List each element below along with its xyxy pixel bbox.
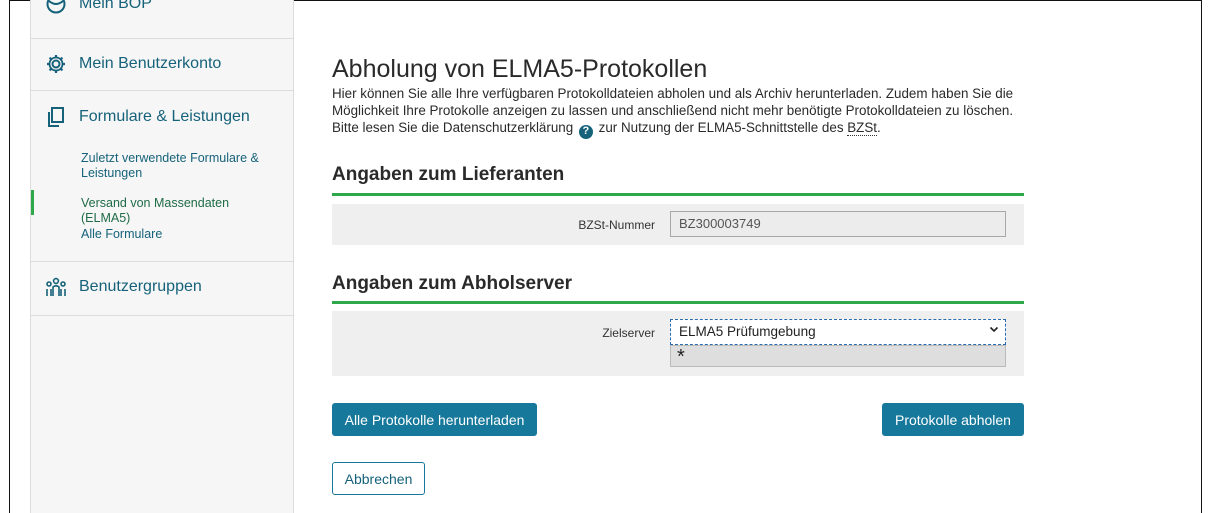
bzst-abbreviation: BZSt — [847, 120, 878, 136]
help-icon[interactable]: ? — [578, 124, 593, 139]
page-title: Abholung von ELMA5-Protokollen — [332, 54, 708, 83]
sidebar-item-label: Benutzergruppen — [79, 278, 202, 295]
sidebar-section-account: Mein Benutzerkonto — [31, 38, 293, 91]
target-server-selected-value: ELMA5 Prüfumgebung — [679, 324, 816, 339]
bzst-number-field: BZ300003749 — [670, 211, 1006, 237]
supplier-field-box: BZSt-Nummer BZ300003749 — [332, 204, 1024, 245]
sidebar-section-mein-bop: Mein BOP — [31, 0, 293, 39]
sidebar-item-label: Mein BOP — [79, 0, 152, 12]
sidebar-subitem-all-forms[interactable]: Alle Formulare — [81, 227, 271, 242]
documents-icon — [45, 106, 67, 128]
sidebar-subitem-elma5[interactable]: Versand von Massendaten (ELMA5) — [81, 196, 281, 226]
sidebar-item-account[interactable]: Mein Benutzerkonto — [45, 53, 221, 75]
sidebar-item-mein-bop[interactable]: Mein BOP — [45, 0, 152, 15]
cancel-button[interactable]: Abbrechen — [332, 462, 425, 495]
gear-icon — [45, 53, 67, 75]
sidebar-item-groups[interactable]: Benutzergruppen — [45, 276, 202, 298]
server-field-box: Zielserver ELMA5 Prüfumgebung * — [332, 311, 1024, 376]
section-divider — [332, 301, 1024, 304]
active-indicator — [31, 190, 34, 215]
sidebar-subitem-recent-forms[interactable]: Zuletzt verwendete Formulare & Leistunge… — [81, 151, 271, 181]
window-frame-right — [1201, 0, 1202, 513]
users-group-icon — [45, 276, 67, 298]
sidebar-section-groups: Benutzergruppen — [31, 261, 293, 316]
required-marker: * — [670, 345, 1006, 368]
section-divider — [332, 193, 1024, 196]
target-server-label: Zielserver — [602, 326, 655, 340]
intro-text-end: . — [877, 120, 881, 135]
sidebar-item-forms[interactable]: Formulare & Leistungen — [45, 106, 250, 128]
bzst-number-label: BZSt-Nummer — [578, 218, 655, 232]
target-server-select[interactable]: ELMA5 Prüfumgebung — [670, 319, 1006, 345]
sidebar-item-label: Mein Benutzerkonto — [79, 55, 222, 72]
fetch-protocols-button[interactable]: Protokolle abholen — [882, 403, 1024, 436]
globe-icon — [45, 0, 67, 15]
server-section-title: Angaben zum Abholserver — [332, 273, 573, 294]
sidebar-section-forms: Formulare & Leistungen Zuletzt verwendet… — [31, 90, 293, 262]
chevron-down-icon — [989, 324, 999, 337]
supplier-section-title: Angaben zum Lieferanten — [332, 164, 565, 185]
sidebar-item-label: Formulare & Leistungen — [79, 108, 250, 125]
intro-text: Hier können Sie alle Ihre verfügbaren Pr… — [332, 85, 1032, 139]
download-all-button[interactable]: Alle Protokolle herunterladen — [332, 403, 537, 436]
window-frame-left — [9, 0, 10, 513]
sidebar: Mein BOP Mein Benutzerkonto Formulare & … — [30, 0, 294, 513]
intro-text-part2: zur Nutzung der ELMA5-Schnittstelle des — [598, 120, 844, 135]
